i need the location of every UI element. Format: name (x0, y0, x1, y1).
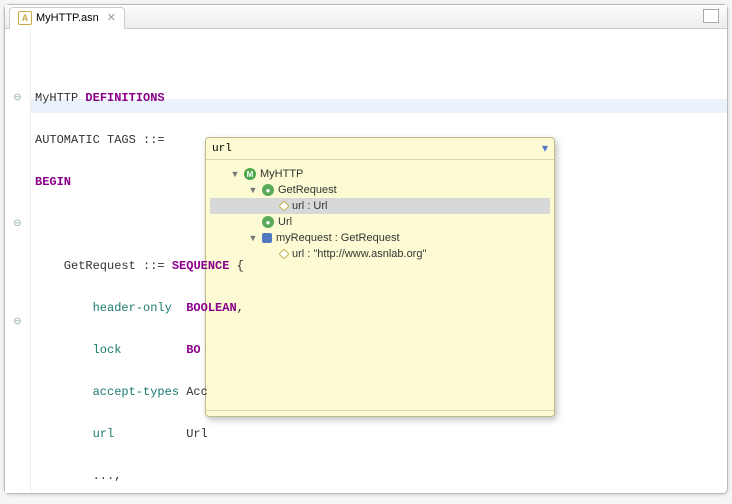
editor-window: A MyHTTP.asn ✕ ⊖ ⊖ ⊖ MyHTTP DEFINITIONS … (4, 4, 728, 494)
fold-icon[interactable]: ⊖ (5, 91, 30, 105)
disclosure-icon[interactable]: ▼ (248, 233, 258, 243)
editor-tab[interactable]: A MyHTTP.asn ✕ (9, 7, 125, 29)
tree-item-value[interactable]: ▼ myRequest : GetRequest (210, 230, 550, 246)
field-icon (278, 200, 289, 211)
field-icon (278, 248, 289, 259)
outline-tree: ▼ M MyHTTP ▼ ● GetRequest url : Url ● (206, 160, 554, 410)
value-icon (262, 233, 272, 243)
restore-view-icon[interactable] (703, 9, 719, 23)
fold-icon[interactable]: ⊖ (5, 217, 30, 231)
file-icon: A (18, 11, 32, 25)
tree-item-field-selected[interactable]: url : Url (210, 198, 550, 214)
tab-filename: MyHTTP.asn (36, 12, 99, 24)
fold-icon[interactable]: ⊖ (5, 315, 30, 329)
close-icon[interactable]: ✕ (107, 11, 116, 24)
tab-bar: A MyHTTP.asn ✕ (5, 5, 727, 29)
tree-label: myRequest : GetRequest (276, 232, 400, 244)
gutter: ⊖ ⊖ ⊖ (5, 29, 31, 493)
popup-resize-handle[interactable] (206, 410, 554, 416)
editor-body: ⊖ ⊖ ⊖ MyHTTP DEFINITIONS AUTOMATIC TAGS … (5, 29, 727, 493)
code-area[interactable]: MyHTTP DEFINITIONS AUTOMATIC TAGS ::= BE… (31, 29, 727, 493)
tree-label: url : Url (292, 200, 327, 212)
